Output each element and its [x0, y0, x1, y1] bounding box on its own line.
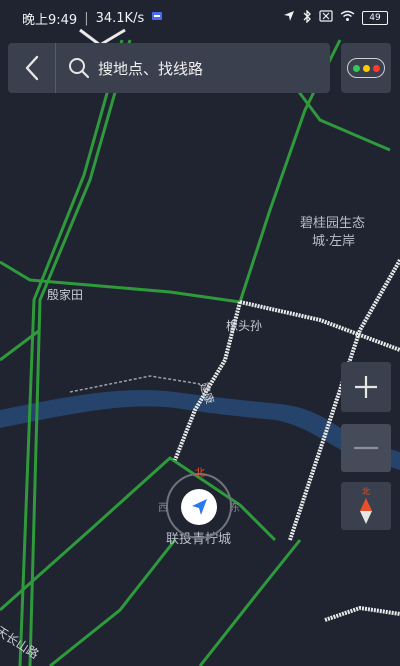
search-input[interactable]: 搜地点、找线路 [56, 43, 330, 93]
notification-icon [151, 10, 163, 26]
compass-button[interactable]: 北 [341, 482, 391, 530]
status-time: 晚上9:49 [22, 12, 78, 28]
search-icon [69, 58, 90, 79]
traffic-light-icon [347, 58, 385, 78]
bluetooth-icon [302, 8, 312, 27]
compass-north-label: 北 [362, 487, 370, 496]
map-label-toutousun: 橡头孙 [226, 319, 263, 333]
traffic-green-dot [352, 64, 360, 72]
status-bar: 晚上9:49 | 34.1K/s 49 [0, 0, 400, 36]
status-separator: | [84, 10, 89, 26]
locator-north-label: 北 [195, 468, 205, 479]
plus-icon [355, 376, 377, 398]
locator-west-label: 西 [158, 503, 168, 514]
compass-needle-icon [360, 498, 372, 524]
location-arrow [181, 489, 217, 525]
chevron-left-icon [25, 55, 38, 81]
location-arrow-icon [283, 10, 295, 26]
status-left: 晚上9:49 | 34.1K/s [22, 9, 163, 28]
wifi-icon [340, 10, 355, 26]
status-right: 49 [283, 8, 388, 27]
minus-icon [354, 446, 378, 450]
zoom-out-button[interactable] [341, 424, 391, 472]
search-bar[interactable]: 搜地点、找线路 [8, 43, 330, 93]
locator-east-label: 东 [230, 503, 240, 514]
traffic-red-dot [372, 64, 380, 72]
back-button[interactable] [8, 43, 56, 93]
zoom-in-button[interactable] [341, 362, 391, 412]
search-placeholder: 搜地点、找线路 [98, 59, 204, 78]
traffic-toggle-button[interactable] [341, 43, 391, 93]
map-label-biguiyuan: 碧桂园生态 [300, 216, 366, 231]
traffic-yellow-dot [362, 64, 370, 72]
map-label-yinjiatian: 殷家田 [47, 288, 84, 302]
sim-disabled-icon [319, 10, 333, 26]
map-canvas[interactable] [0, 0, 400, 666]
navigation-arrow-icon [192, 499, 207, 515]
current-location-marker[interactable]: 北 西 东 [158, 468, 240, 543]
battery-icon: 49 [362, 11, 388, 25]
network-speed: 34.1K/s [95, 10, 145, 26]
map-label-biguiyuan-2: 城·左岸 [312, 234, 356, 249]
